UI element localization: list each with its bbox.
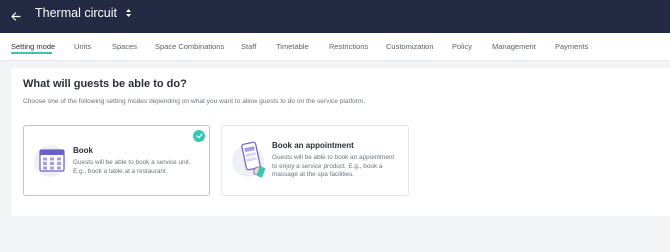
tab-timetable[interactable]: Timetable — [276, 42, 309, 51]
tab-spaces[interactable]: Spaces — [112, 42, 137, 51]
tab-staff[interactable]: Staff — [241, 42, 256, 51]
calendar-icon — [39, 149, 65, 172]
tab-units[interactable]: Units — [74, 42, 91, 51]
tab-setting-mode[interactable]: Setting mode — [11, 42, 55, 51]
section-subtitle: Choose one of the following setting mode… — [23, 98, 366, 105]
tab-restrictions[interactable]: Restrictions — [329, 42, 368, 51]
arrow-left-icon — [11, 11, 21, 21]
tab-space-combinations[interactable]: Space Combinations — [155, 42, 224, 51]
top-bar: Thermal circuit — [0, 0, 670, 33]
tab-bar: Setting mode Units Spaces Space Combinat… — [0, 33, 670, 61]
tab-policy[interactable]: Policy — [452, 42, 472, 51]
back-button[interactable] — [6, 6, 26, 26]
phone-booking-icon — [241, 141, 266, 178]
option-description: Guests will be able to book an appointme… — [272, 154, 395, 179]
option-description: Guests will be able to book a service un… — [73, 159, 191, 175]
option-card-book[interactable]: Book Guests will be able to book a servi… — [23, 125, 210, 196]
selected-check-icon — [193, 130, 205, 142]
active-tab-indicator — [11, 52, 52, 54]
service-title-selector[interactable]: Thermal circuit — [35, 6, 131, 20]
option-title: Book an appointment — [272, 141, 354, 150]
section-heading: What will guests be able to do? — [23, 78, 187, 90]
tab-payments[interactable]: Payments — [555, 42, 588, 51]
tab-management[interactable]: Management — [492, 42, 536, 51]
setting-mode-panel: What will guests be able to do? Choose o… — [11, 68, 670, 216]
option-card-book-appointment[interactable]: Book an appointment Guests will be able … — [221, 125, 409, 196]
option-title: Book — [73, 146, 93, 155]
page-title: Thermal circuit — [35, 6, 117, 20]
tab-customization[interactable]: Customization — [386, 42, 434, 51]
sort-updown-icon — [125, 9, 131, 17]
